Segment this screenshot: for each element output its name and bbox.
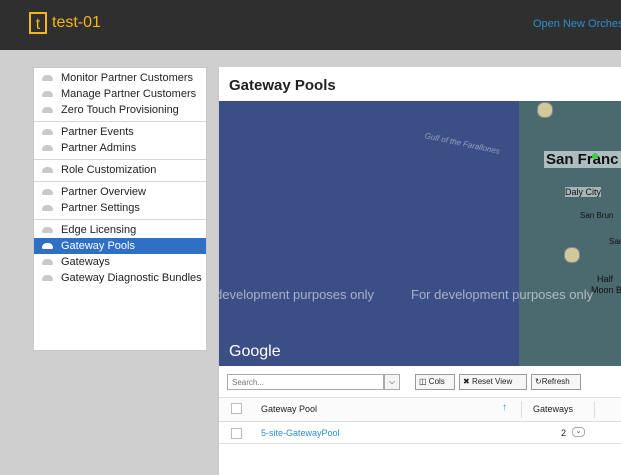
app-title: test-01 bbox=[52, 14, 101, 31]
sidebar-item-role-customization[interactable]: Role Customization bbox=[34, 162, 206, 178]
cloud-icon bbox=[42, 75, 53, 81]
sidebar-item-partner-settings[interactable]: Partner Settings bbox=[34, 200, 206, 216]
route-marker-icon bbox=[537, 102, 553, 118]
refresh-icon: ↻ bbox=[535, 377, 542, 386]
search-input[interactable] bbox=[227, 374, 384, 390]
google-logo: Google bbox=[229, 343, 281, 360]
cloud-icon bbox=[42, 259, 53, 265]
gateways-count: 2 bbox=[561, 428, 567, 438]
cloud-icon bbox=[42, 275, 53, 281]
sidebar-item-gateway-pools[interactable]: Gateway Pools bbox=[34, 238, 206, 254]
select-all-checkbox[interactable] bbox=[231, 403, 242, 414]
nav-group-gateways: Edge Licensing Gateway Pools Gateways Ga… bbox=[34, 220, 206, 289]
column-header-gateway-pool[interactable]: Gateway Pool bbox=[261, 404, 317, 414]
chevron-down-icon[interactable]: ⌄ bbox=[572, 427, 585, 437]
row-checkbox[interactable] bbox=[231, 428, 242, 439]
map-land bbox=[519, 101, 621, 366]
cloud-icon bbox=[42, 91, 53, 97]
sidebar-item-zero-touch-provisioning[interactable]: Zero Touch Provisioning bbox=[34, 102, 206, 118]
route-marker-icon bbox=[564, 247, 580, 263]
reset-view-button[interactable]: ✖ Reset View bbox=[459, 374, 527, 390]
columns-icon: ◫ bbox=[419, 377, 427, 386]
map-watermark-left: development purposes only bbox=[219, 287, 374, 302]
map-watermark-right: For development purposes only bbox=[411, 287, 594, 302]
nav-group-overview: Partner Overview Partner Settings bbox=[34, 182, 206, 220]
sidebar-item-gateways[interactable]: Gateways bbox=[34, 254, 206, 270]
refresh-button[interactable]: ↻Refresh bbox=[531, 374, 581, 390]
map-label-san-francisco: San Franc bbox=[544, 151, 621, 168]
logo-icon: t bbox=[29, 12, 47, 34]
grid-toolbar: ⌵ ◫ Cols ✖ Reset View ↻Refresh bbox=[219, 372, 621, 394]
page-title: Gateway Pools bbox=[229, 77, 336, 94]
sidebar-item-monitor-partner-customers[interactable]: Monitor Partner Customers bbox=[34, 70, 206, 86]
gateway-pin-icon[interactable] bbox=[592, 153, 598, 159]
map-label-half: Half bbox=[597, 274, 614, 284]
sidebar-item-manage-partner-customers[interactable]: Manage Partner Customers bbox=[34, 86, 206, 102]
open-orchestrator-link[interactable]: Open New Orches bbox=[533, 18, 621, 30]
sidebar-item-partner-admins[interactable]: Partner Admins bbox=[34, 140, 206, 156]
top-bar: t test-01 Open New Orches bbox=[0, 0, 621, 50]
main-panel: Gateway Pools Gulf of the Farallones San… bbox=[218, 67, 621, 475]
gateway-pool-link[interactable]: 5-site-GatewayPool bbox=[261, 428, 340, 438]
sort-ascending-icon[interactable]: ↑ bbox=[502, 402, 507, 413]
cloud-icon bbox=[42, 189, 53, 195]
cloud-icon bbox=[42, 145, 53, 151]
map-label-san: San bbox=[609, 237, 621, 246]
sidebar-nav: Monitor Partner Customers Manage Partner… bbox=[33, 67, 207, 351]
table-row[interactable]: 5-site-GatewayPool 2 ⌄ bbox=[219, 423, 621, 444]
column-divider bbox=[594, 401, 595, 418]
map-label-daly-city: Daly City bbox=[565, 187, 602, 197]
map-label-san-bruno: San Brun bbox=[580, 211, 614, 220]
nav-group-partner: Partner Events Partner Admins bbox=[34, 122, 206, 160]
cloud-icon bbox=[42, 243, 53, 249]
sidebar-item-partner-overview[interactable]: Partner Overview bbox=[34, 184, 206, 200]
map-label-moon-bay: Moon Bay bbox=[591, 285, 621, 295]
map-label-gulf: Gulf of the Farallones bbox=[423, 131, 501, 156]
cloud-icon bbox=[42, 129, 53, 135]
column-divider bbox=[521, 401, 522, 418]
cloud-icon bbox=[42, 227, 53, 233]
gateway-map[interactable]: Gulf of the Farallones San Franc Daly Ci… bbox=[219, 101, 621, 366]
search-dropdown-button[interactable]: ⌵ bbox=[384, 374, 400, 390]
nav-group-customers: Monitor Partner Customers Manage Partner… bbox=[34, 68, 206, 122]
cloud-icon bbox=[42, 107, 53, 113]
column-header-gateways[interactable]: Gateways bbox=[533, 404, 573, 414]
cloud-icon bbox=[42, 167, 53, 173]
nav-group-roles: Role Customization bbox=[34, 160, 206, 182]
sidebar-item-partner-events[interactable]: Partner Events bbox=[34, 124, 206, 140]
cloud-icon bbox=[42, 205, 53, 211]
close-icon: ✖ bbox=[463, 377, 470, 386]
sidebar-item-edge-licensing[interactable]: Edge Licensing bbox=[34, 222, 206, 238]
sidebar-item-gateway-diagnostic-bundles[interactable]: Gateway Diagnostic Bundles bbox=[34, 270, 206, 286]
columns-button[interactable]: ◫ Cols bbox=[415, 374, 455, 390]
grid-header: Gateway Pool ↑ Gateways bbox=[219, 397, 621, 422]
